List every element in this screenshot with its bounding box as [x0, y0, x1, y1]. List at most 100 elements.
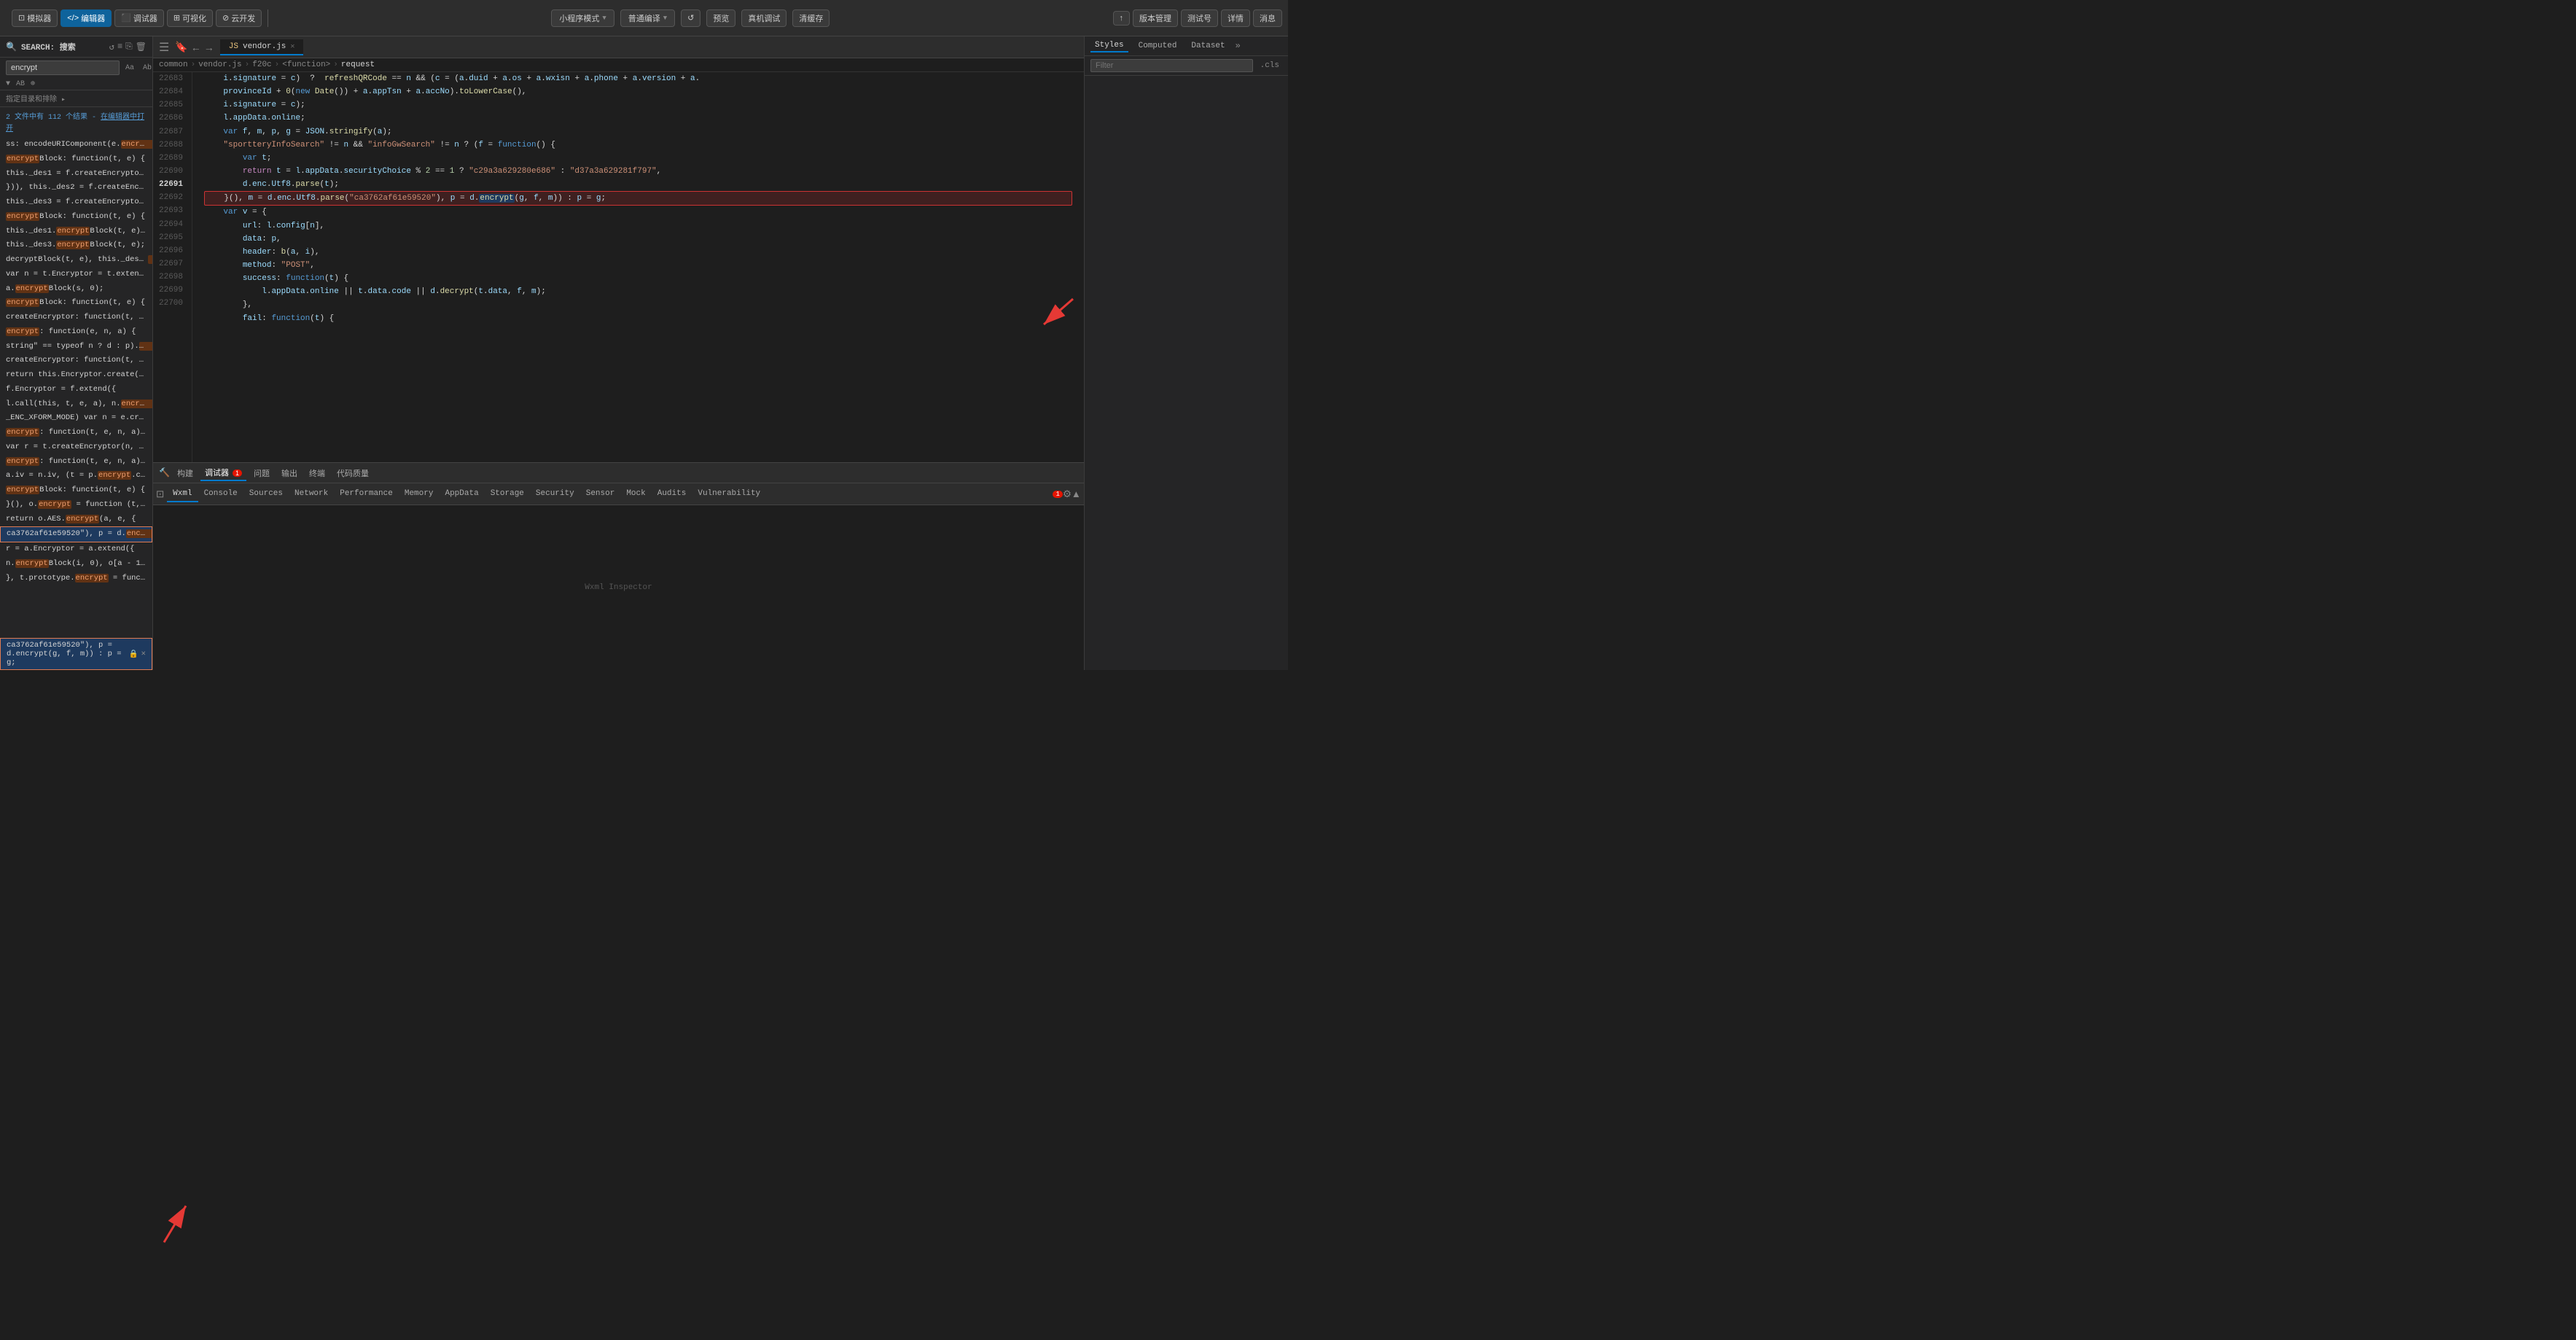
list-item[interactable]: encrypt: function(e, n, a) {: [0, 325, 152, 340]
tab-sensor[interactable]: Sensor: [580, 486, 621, 502]
more-tabs-icon[interactable]: »: [1236, 41, 1241, 51]
styles-tab[interactable]: Styles: [1090, 39, 1128, 52]
close-result-icon[interactable]: ✕: [141, 649, 146, 659]
list-item[interactable]: this._des1 = f.createEncryptor(n.create(…: [0, 167, 152, 182]
list-item[interactable]: }, t.prototype.encrypt = function(t) {: [0, 572, 152, 586]
test-num-btn[interactable]: 测试号: [1181, 9, 1218, 27]
terminal-tab[interactable]: 终端: [305, 466, 329, 480]
dataset-tab[interactable]: Dataset: [1187, 40, 1229, 52]
upload-btn[interactable]: ↑: [1113, 11, 1131, 26]
computed-tab[interactable]: Computed: [1134, 40, 1182, 52]
dock-btn[interactable]: ⊡: [156, 488, 164, 500]
real-device-btn[interactable]: 真机调试: [741, 9, 787, 27]
replace-toggle-icon[interactable]: ▼: [6, 80, 10, 88]
tab-vulnerability[interactable]: Vulnerability: [692, 486, 766, 502]
tab-audits[interactable]: Audits: [652, 486, 692, 502]
code-quality-tab[interactable]: 代码质量: [332, 466, 373, 480]
search-input[interactable]: [6, 61, 120, 75]
debugger-tab[interactable]: 调试器 1: [200, 465, 246, 481]
issues-tab[interactable]: 问题: [249, 466, 274, 480]
tab-storage[interactable]: Storage: [485, 486, 530, 502]
tab-security[interactable]: Security: [530, 486, 580, 502]
list-item[interactable]: n.encryptBlock(i, 0), o[a - 1] = o[a - 1…: [0, 557, 152, 572]
breadcrumb-item-common[interactable]: common: [159, 61, 188, 69]
compile-dropdown[interactable]: 普通编译 ▼: [620, 9, 675, 27]
list-item[interactable]: this._des3 = f.createEncryptor(n.create(…: [0, 195, 152, 210]
collapse-btn[interactable]: ▲: [1072, 488, 1081, 499]
list-item-active[interactable]: ca3762af61e59520"), p = d.encrypt(g, f, …: [0, 526, 152, 542]
code-editor[interactable]: 22683 22684 22685 22686 22687 22688 2268…: [153, 72, 1084, 462]
search-input-row: Aa Ab .*: [0, 58, 152, 78]
list-item[interactable]: var n = t.Encryptor = t.extend({: [0, 268, 152, 282]
list-item[interactable]: encryptBlock: function(t, e) {: [0, 210, 152, 225]
simulator-btn[interactable]: ⊡ 模拟器: [12, 9, 58, 27]
filter-section: 指定目录和排除 ▸: [0, 90, 152, 107]
list-item[interactable]: this._des3.encryptBlock(t, e);: [0, 238, 152, 253]
tab-sources[interactable]: Sources: [243, 486, 289, 502]
list-item[interactable]: encrypt: function(t, e, n, a) {: [0, 426, 152, 440]
tab-network[interactable]: Network: [289, 486, 334, 502]
list-item[interactable]: _ENC_XFORM_MODE) var n = e.createEncrypt…: [0, 411, 152, 426]
list-item[interactable]: encryptBlock: function(t, e) {: [0, 296, 152, 311]
forward-btn[interactable]: →: [204, 42, 214, 53]
tab-memory[interactable]: Memory: [399, 486, 440, 502]
devtools-content: Wxml Inspector: [153, 505, 1084, 670]
list-item[interactable]: return this.Encryptor.create(t, e);: [0, 368, 152, 383]
simulator-icon: ⊡: [18, 13, 25, 23]
list-item[interactable]: encryptBlock: function(t, e) {: [0, 483, 152, 498]
preview-btn[interactable]: 预览: [706, 9, 735, 27]
tab-performance[interactable]: Performance: [334, 486, 399, 502]
list-item[interactable]: })), this._des2 = f.createEncryptor(n.cr…: [0, 181, 152, 195]
breadcrumb-item-f20c[interactable]: f20c: [252, 61, 271, 69]
tab-close-icon[interactable]: ✕: [290, 42, 294, 51]
output-tab[interactable]: 输出: [277, 466, 302, 480]
list-item[interactable]: f.Encryptor = f.extend({: [0, 383, 152, 397]
visual-btn[interactable]: ⊞ 可视化: [167, 9, 213, 27]
clear-cache-btn[interactable]: 清缓存: [792, 9, 830, 27]
tab-appdata[interactable]: AppData: [439, 486, 484, 502]
breadcrumb-item-function[interactable]: <function>: [282, 61, 330, 69]
list-item[interactable]: encrypt: function(t, e, n, a) {: [0, 455, 152, 470]
debugger-btn[interactable]: ⬛ 调试器: [114, 9, 164, 27]
tab-console[interactable]: Console: [198, 486, 243, 502]
list-item[interactable]: var r = t.createEncryptor(n, a);: [0, 440, 152, 455]
editor-btn[interactable]: </> 编辑器: [61, 9, 112, 27]
mode-dropdown[interactable]: 小程序模式 ▼: [551, 9, 614, 27]
list-item[interactable]: decryptBlock(t, e), this._des2.encryptBl…: [0, 253, 152, 268]
back-btn[interactable]: ←: [191, 42, 201, 53]
list-item[interactable]: ss: encodeURIComponent(e.encrypt(JSON.st…: [0, 138, 152, 152]
clear-search-icon[interactable]: 🗑: [136, 42, 147, 52]
list-item[interactable]: r = a.Encryptor = a.extend({: [0, 542, 152, 557]
list-item[interactable]: return o.AES.encrypt(a, e, {: [0, 513, 152, 527]
match-case-icon[interactable]: Aa: [122, 63, 137, 74]
sidebar-toggle-btn[interactable]: ☰: [159, 40, 169, 55]
list-item[interactable]: }(), o.encrypt = function (t, e, n) {: [0, 498, 152, 513]
styles-filter-input[interactable]: [1090, 59, 1253, 72]
list-item[interactable]: encryptBlock: function(t, e) {: [0, 152, 152, 167]
list-item[interactable]: l.call(this, t, e, a), n.encryptBlock(t,…: [0, 397, 152, 412]
bookmark-btn[interactable]: 🔖: [175, 41, 187, 53]
copy-icon[interactable]: ⎘: [125, 42, 133, 52]
refresh-btn[interactable]: ↺: [681, 9, 700, 27]
details-btn[interactable]: 详情: [1221, 9, 1250, 27]
bottom-result-text: ca3762af61e59520"), p = d.encrypt(g, f, …: [7, 641, 126, 667]
tab-vendor-js[interactable]: JS vendor.js ✕: [220, 39, 304, 55]
list-icon[interactable]: ≡: [117, 42, 122, 52]
list-item[interactable]: createEncryptor: function(t, e) {: [0, 311, 152, 325]
cls-button[interactable]: .cls: [1257, 60, 1282, 71]
settings-icon[interactable]: ⚙: [1063, 488, 1072, 500]
cloud-btn[interactable]: ⊘ 云开发: [216, 9, 262, 27]
refresh-search-icon[interactable]: ↺: [109, 42, 114, 52]
version-mgmt-btn[interactable]: 版本管理: [1133, 9, 1178, 27]
list-item[interactable]: a.iv = n.iv, (t = p.encrypt.call(this, t…: [0, 469, 152, 483]
list-item[interactable]: string" == typeof n ? d : p).encrypt(t, …: [0, 340, 152, 354]
messages-btn[interactable]: 消息: [1253, 9, 1282, 27]
list-item[interactable]: this._des1.encryptBlock(t, e), this._des…: [0, 225, 152, 239]
build-tab[interactable]: 构建: [173, 466, 198, 480]
tab-wxml[interactable]: Wxml: [167, 486, 198, 502]
list-item[interactable]: a.encryptBlock(s, 0);: [0, 282, 152, 297]
breadcrumb-item-vendor[interactable]: vendor.js: [198, 61, 241, 69]
list-item[interactable]: createEncryptor: function(t, e) {: [0, 354, 152, 368]
breadcrumb-item-request[interactable]: request: [341, 61, 375, 69]
tab-mock[interactable]: Mock: [620, 486, 651, 502]
